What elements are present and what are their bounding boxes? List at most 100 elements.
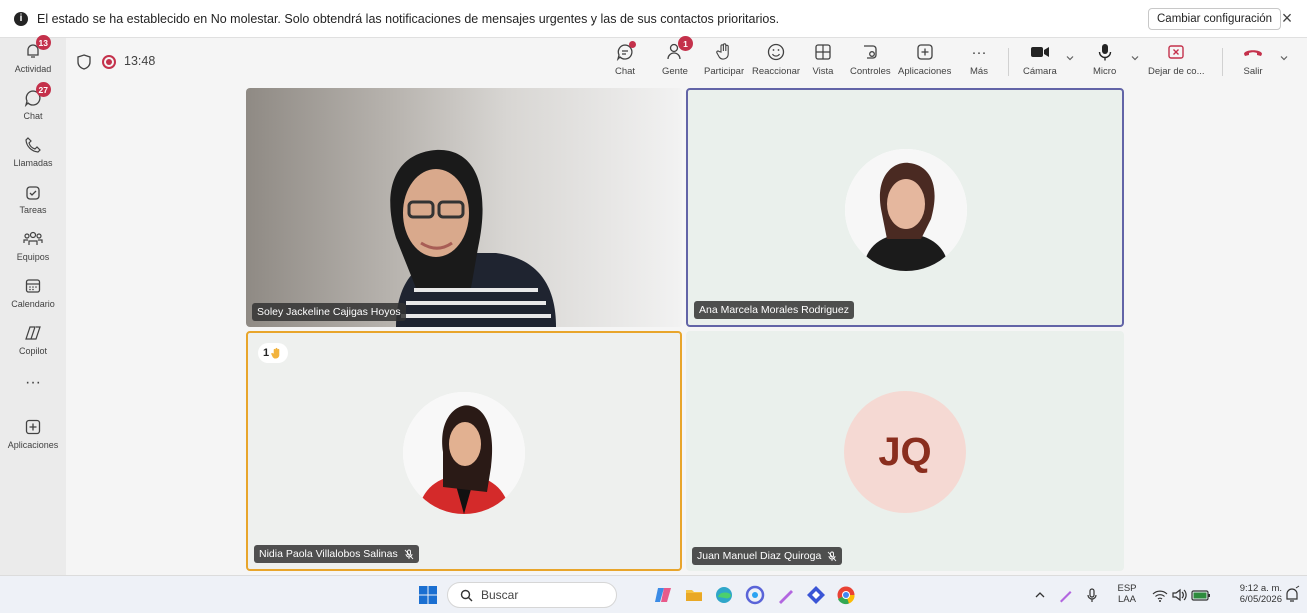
chevron-down-icon[interactable]	[1130, 53, 1140, 63]
mic-muted-icon	[827, 551, 837, 561]
chrome-icon[interactable]	[836, 585, 856, 605]
profile-photo	[403, 392, 525, 514]
camera-icon	[1029, 41, 1051, 63]
photos-app-icon[interactable]	[745, 585, 765, 605]
pen-tray-icon[interactable]	[1056, 585, 1076, 605]
rail-item-llamadas[interactable]: Llamadas	[0, 134, 66, 178]
rail-item-copilot[interactable]: Copilot	[0, 322, 66, 366]
people-button[interactable]: 1 Gente	[662, 36, 693, 83]
windows-start-icon[interactable]	[418, 585, 438, 605]
rail-label: Equipos	[16, 252, 50, 262]
profile-photo	[845, 149, 967, 271]
avatar	[403, 392, 525, 514]
chevron-down-icon[interactable]	[1279, 53, 1289, 63]
more-apps-button[interactable]: ···	[0, 372, 66, 416]
participant-name-label: Soley Jackeline Cajigas Hoyos	[252, 303, 406, 321]
grid-view-icon	[812, 41, 834, 63]
participant-tile-hand-raised[interactable]: 1 Nidia Paola Villalobos Salinas	[246, 331, 682, 571]
rail-item-aplicaciones[interactable]: Aplicaciones	[0, 416, 66, 460]
rail-item-chat[interactable]: 27 Chat	[0, 82, 66, 131]
rail-label: Actividad	[14, 64, 52, 74]
hand-icon	[713, 41, 735, 63]
chat-icon	[614, 41, 636, 63]
microphone-icon	[1094, 41, 1116, 63]
rail-label: Chat	[23, 111, 43, 121]
microphone-tray-icon[interactable]	[1082, 585, 1102, 605]
meeting-timer: 13:48	[124, 54, 156, 68]
copilot-icon	[22, 322, 44, 344]
file-explorer-icon[interactable]	[684, 585, 704, 605]
rail-item-calendario[interactable]: Calendario	[0, 275, 66, 319]
raised-hand-icon	[271, 347, 280, 359]
participant-tile[interactable]: Soley Jackeline Cajigas Hoyos	[246, 88, 682, 327]
teams-icon	[22, 228, 44, 250]
mic-muted-icon	[404, 549, 414, 559]
participant-name-label: Juan Manuel Diaz Quiroga	[692, 547, 843, 565]
people-icon: 1	[664, 36, 693, 63]
toolbar-label: Participar	[704, 66, 745, 77]
input-language-indicator[interactable]: ESP LAA	[1112, 583, 1142, 605]
participant-tile-active-speaker[interactable]: Ana Marcela Morales Rodriguez	[686, 88, 1124, 327]
add-apps-icon	[914, 41, 936, 63]
toolbar-separator	[1222, 48, 1223, 76]
participant-tile[interactable]: JQ Juan Manuel Diaz Quiroga	[686, 331, 1124, 571]
battery-icon[interactable]	[1190, 585, 1212, 605]
rail-item-actividad[interactable]: 13 Actividad	[0, 35, 66, 84]
clock-date: 6/05/2026	[1239, 594, 1282, 605]
toolbar-label: Reaccionar	[752, 66, 801, 77]
calendar-icon	[22, 275, 44, 297]
keyboard-layout: LAA	[1118, 594, 1136, 605]
edge-browser-icon[interactable]	[714, 585, 734, 605]
toolbar-label: Vista	[812, 66, 834, 77]
stop-sharing-button[interactable]: Dejar de co...	[1148, 41, 1205, 83]
meeting-toolbar: 13:48 Chat 1 Gente Participar Reaccionar…	[66, 36, 1307, 86]
more-icon: ···	[25, 374, 41, 391]
participant-name-label: Nidia Paola Villalobos Salinas	[254, 545, 419, 563]
stop-share-icon	[1165, 41, 1187, 63]
toolbar-label: Gente	[662, 66, 688, 77]
hang-up-icon	[1242, 41, 1264, 63]
participant-video	[390, 149, 556, 327]
diamond-app-icon[interactable]	[806, 585, 826, 605]
notification-bell-icon[interactable]	[1284, 585, 1300, 605]
rail-label: Copilot	[18, 346, 47, 356]
pen-app-icon[interactable]	[776, 585, 796, 605]
chat-icon: 27	[22, 82, 51, 109]
controls-button[interactable]: Controles	[850, 41, 891, 83]
more-icon: ···	[971, 43, 987, 61]
dnd-message: El estado se ha establecido en No molest…	[37, 11, 780, 26]
clock[interactable]: 9:12 a. m. 6/05/2026	[1222, 583, 1282, 605]
rail-label: Tareas	[19, 205, 47, 215]
chevron-down-icon[interactable]	[1065, 53, 1075, 63]
rail-item-equipos[interactable]: Equipos	[0, 228, 66, 272]
wifi-icon[interactable]	[1150, 585, 1170, 605]
mic-button[interactable]: Micro	[1093, 41, 1116, 83]
toolbar-label: Salir	[1243, 66, 1263, 77]
unread-dot	[629, 41, 636, 48]
taskbar-search-input[interactable]: Buscar	[447, 582, 617, 608]
close-icon[interactable]: ×	[1277, 8, 1297, 28]
avatar	[845, 149, 967, 271]
more-button[interactable]: ··· Más	[968, 41, 990, 83]
raise-hand-button[interactable]: Participar	[704, 41, 744, 83]
chat-button[interactable]: Chat	[614, 41, 636, 83]
view-button[interactable]: Vista	[812, 41, 834, 83]
volume-icon[interactable]	[1170, 585, 1190, 605]
react-button[interactable]: Reaccionar	[752, 41, 800, 83]
leave-button[interactable]: Salir	[1242, 41, 1264, 83]
copilot-app-icon[interactable]	[653, 585, 673, 605]
rail-label: Calendario	[11, 299, 55, 309]
camera-button[interactable]: Cámara	[1023, 41, 1057, 83]
rail-item-tareas[interactable]: Tareas	[0, 181, 66, 225]
search-placeholder: Buscar	[481, 588, 519, 602]
add-apps-icon	[22, 416, 44, 438]
toolbar-label: Cámara	[1023, 66, 1057, 77]
participant-name: Nidia Paola Villalobos Salinas	[259, 548, 398, 560]
change-settings-button[interactable]: Cambiar configuración	[1148, 8, 1282, 30]
chevron-up-icon[interactable]	[1034, 585, 1046, 605]
toolbar-separator	[1008, 48, 1009, 76]
apps-button[interactable]: Aplicaciones	[898, 41, 951, 83]
recording-indicator-icon	[102, 55, 116, 69]
info-icon: i	[14, 11, 28, 26]
toolbar-label: Micro	[1093, 66, 1117, 77]
